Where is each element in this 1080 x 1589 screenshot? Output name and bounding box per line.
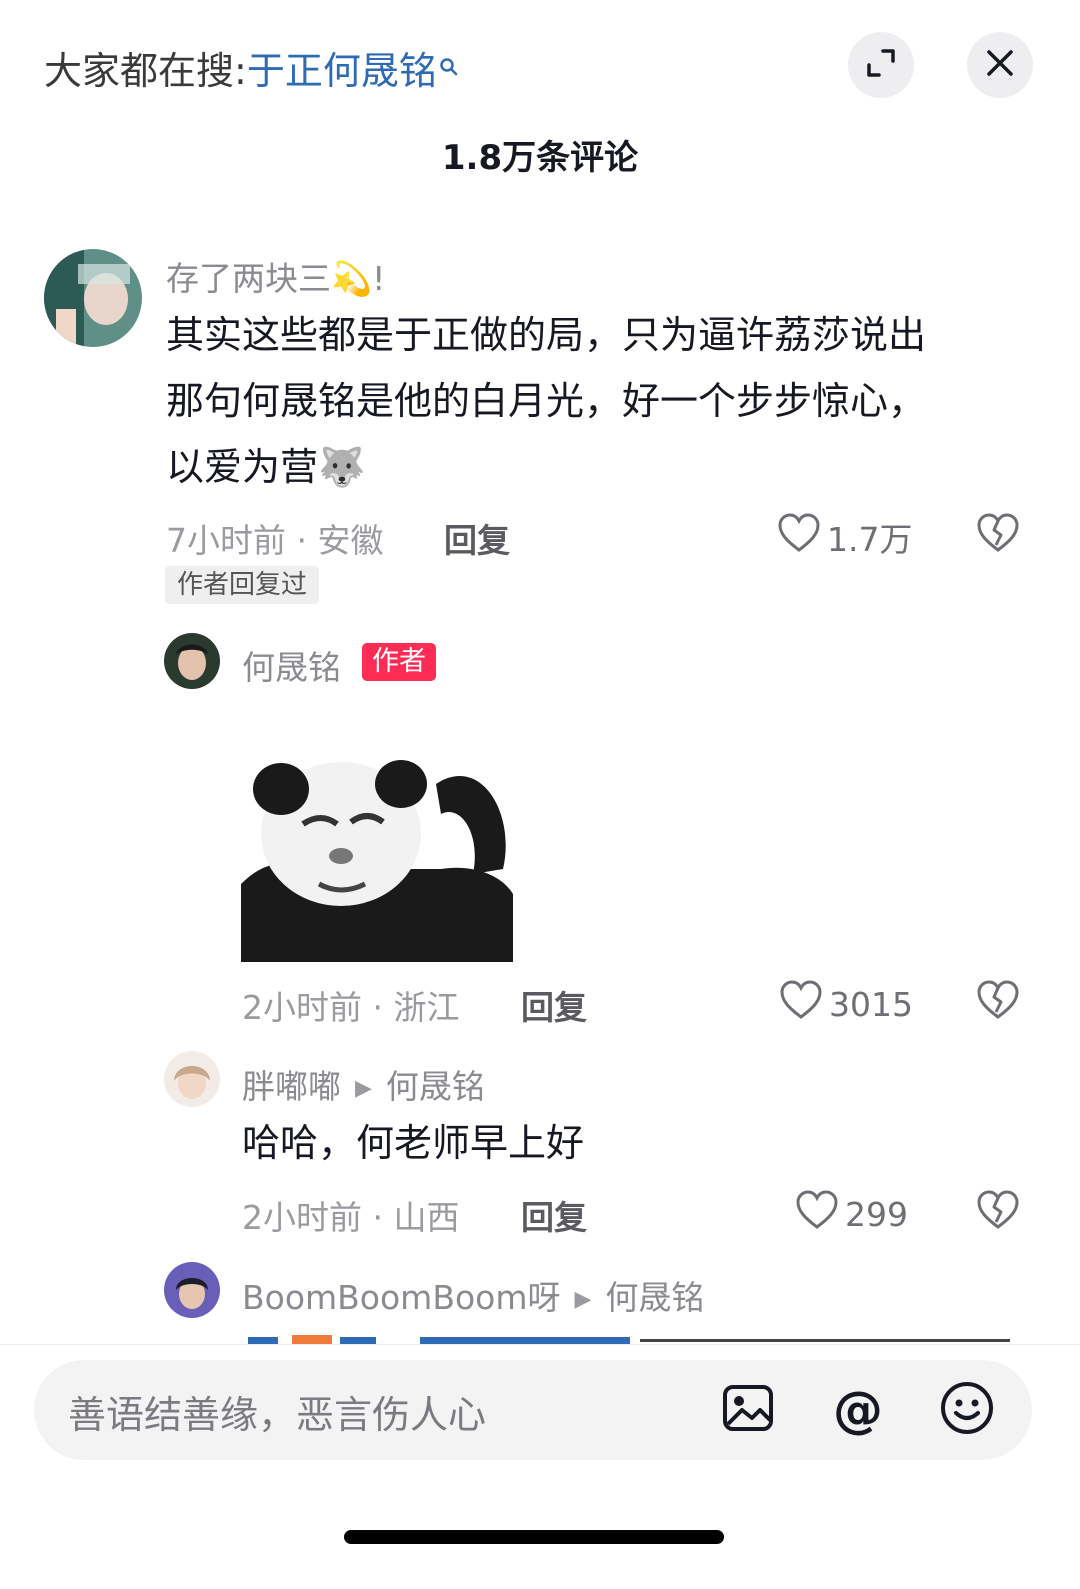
emoji-icon — [940, 1381, 994, 1439]
heart-icon — [779, 979, 829, 1029]
reply-button[interactable]: 回复 — [521, 981, 587, 1029]
expand-button[interactable] — [848, 32, 914, 98]
broken-heart-icon — [976, 1190, 1020, 1235]
comment-meta: 7小时前 · 安徽 — [166, 521, 384, 560]
reply-username-line: BoomBoomBoom呀 ▶ 何晟铭 — [242, 1271, 704, 1319]
dislike-button[interactable] — [976, 512, 1020, 558]
comment-input[interactable]: 善语结善缘，恶言伤人心 — [68, 1384, 486, 1439]
reply-meta: 2小时前 · 山西 — [242, 1198, 460, 1237]
reply-meta: 2小时前 · 浙江 — [242, 988, 460, 1027]
like-button[interactable]: 3015 — [779, 979, 913, 1029]
heart-icon — [795, 1189, 845, 1239]
search-suggestion-prefix: 大家都在搜: — [44, 49, 247, 93]
avatar[interactable] — [164, 1051, 220, 1107]
like-count: 1.7万 — [827, 520, 913, 559]
comment-input-bar[interactable]: 善语结善缘，恶言伤人心 @ — [34, 1360, 1032, 1460]
avatar[interactable] — [164, 633, 220, 689]
comment-text-line: 其实这些都是于正做的局，只为逼许荔莎说出 — [166, 313, 927, 357]
author-replied-tag: 作者回复过 — [165, 566, 320, 604]
dislike-button[interactable] — [976, 1189, 1020, 1235]
truncated-reply-text — [240, 1330, 1020, 1344]
close-button[interactable] — [967, 32, 1033, 98]
comment-text-line: 以爱为营🐺 — [166, 445, 366, 489]
reply-username[interactable]: BoomBoomBoom呀 — [242, 1278, 561, 1317]
at-sign-icon: @ — [833, 1381, 883, 1439]
comment-username[interactable]: 存了两块三💫! — [166, 252, 385, 300]
close-icon — [985, 48, 1015, 82]
search-suggestion-term[interactable]: 于正何晟铭 — [247, 49, 437, 93]
search-suggestion[interactable]: 大家都在搜:于正何晟铭 — [44, 40, 459, 95]
image-icon — [722, 1384, 774, 1436]
reply-text: 哈哈，何老师早上好 — [242, 1121, 585, 1165]
reply-username-line: 胖嘟嘟 ▶ 何晟铭 — [242, 1060, 485, 1108]
author-badge: 作者 — [362, 643, 436, 681]
like-count: 299 — [845, 1194, 908, 1234]
broken-heart-icon — [976, 513, 1020, 558]
comment-count-title: 1.8万条评论 — [441, 138, 639, 178]
image-button[interactable] — [720, 1382, 776, 1438]
dislike-button[interactable] — [976, 979, 1020, 1025]
avatar[interactable] — [164, 1262, 220, 1318]
like-button[interactable]: 299 — [795, 1189, 908, 1239]
reply-button[interactable]: 回复 — [444, 514, 510, 562]
emoji-button[interactable] — [939, 1382, 995, 1438]
mention-button[interactable]: @ — [830, 1381, 886, 1439]
search-icon — [439, 42, 459, 86]
sticker-image[interactable] — [241, 694, 513, 962]
like-button[interactable]: 1.7万 — [777, 512, 912, 562]
reply-button[interactable]: 回复 — [521, 1191, 587, 1239]
expand-icon — [864, 46, 898, 84]
reply-arrow-icon: ▶ — [355, 1076, 372, 1101]
like-count: 3015 — [829, 984, 913, 1024]
divider — [0, 1344, 1080, 1345]
heart-icon — [777, 512, 827, 562]
reply-username[interactable]: 何晟铭 — [242, 641, 341, 689]
reply-username[interactable]: 胖嘟嘟 — [242, 1067, 341, 1106]
comment-text-line: 那句何晟铭是他的白月光，好一个步步惊心， — [166, 379, 927, 423]
avatar[interactable] — [44, 249, 142, 347]
home-indicator[interactable] — [344, 1530, 724, 1544]
broken-heart-icon — [976, 980, 1020, 1025]
reply-to-username[interactable]: 何晟铭 — [386, 1067, 485, 1106]
reply-to-username[interactable]: 何晟铭 — [605, 1278, 704, 1317]
reply-arrow-icon: ▶ — [574, 1287, 592, 1312]
top-bar: 大家都在搜:于正何晟铭 — [0, 0, 1080, 130]
